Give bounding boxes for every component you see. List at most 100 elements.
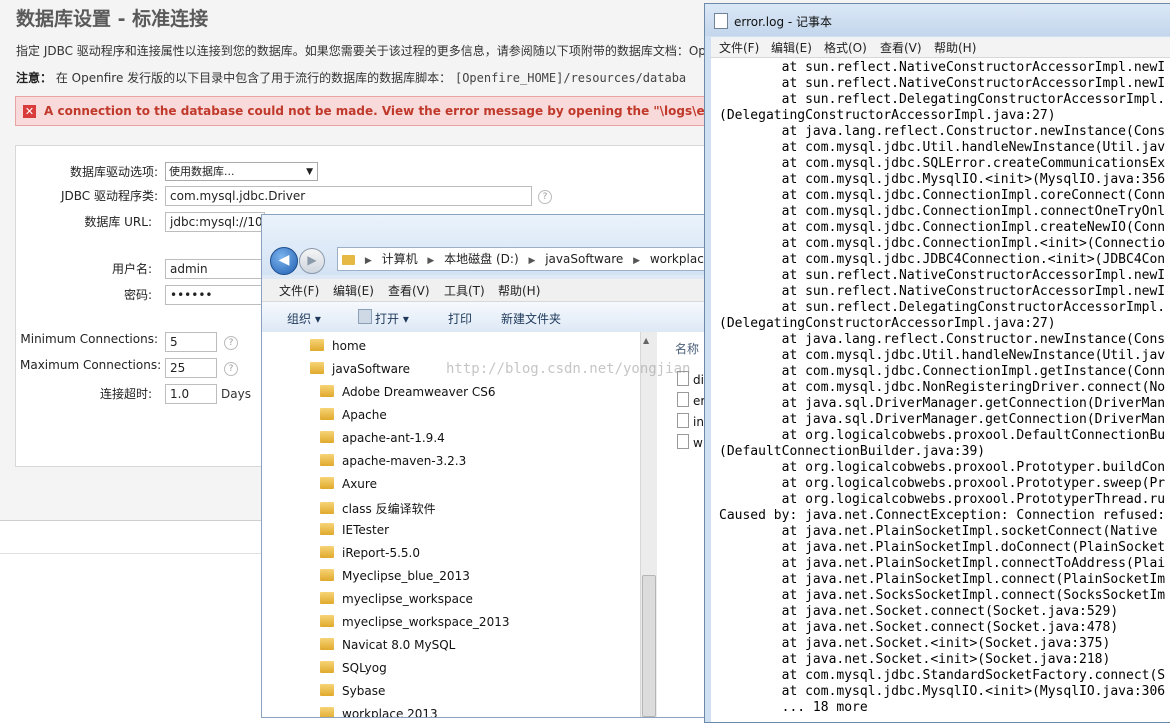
tree-item[interactable]: IETester: [320, 523, 389, 543]
tree-item[interactable]: Navicat 8.0 MySQL: [320, 638, 455, 658]
forward-button[interactable]: ▶: [299, 248, 325, 274]
menu-tools[interactable]: 工具(T): [444, 282, 485, 299]
log-line: Caused by: java.net.ConnectException: Co…: [719, 508, 1166, 523]
folder-icon: [320, 454, 334, 466]
back-button[interactable]: ◀: [270, 247, 298, 275]
help-icon[interactable]: ?: [224, 336, 238, 350]
file-item[interactable]: in: [677, 413, 704, 429]
tree-item[interactable]: apache-ant-1.9.4: [320, 431, 445, 451]
folder-icon: [320, 431, 334, 443]
tree-item[interactable]: myeclipse_workspace: [320, 592, 473, 612]
menu-help[interactable]: 帮助(H): [934, 39, 976, 56]
folder-icon: [320, 477, 334, 489]
tree-item[interactable]: iReport-5.5.0: [320, 546, 420, 566]
log-line: at java.lang.reflect.Constructor.newInst…: [719, 124, 1166, 139]
tree-item[interactable]: class 反编译软件: [320, 500, 436, 520]
menu-edit[interactable]: 编辑(E): [333, 282, 374, 299]
page-title: 数据库设置 - 标准连接: [16, 8, 209, 30]
help-icon[interactable]: ?: [538, 190, 552, 204]
tree-item[interactable]: javaSoftware: [310, 362, 410, 382]
menu-format[interactable]: 格式(O): [824, 39, 867, 56]
driver-preset-select[interactable]: 使用数据库... ▼: [165, 162, 318, 181]
log-line: at com.mysql.jdbc.SQLError.createCommuni…: [719, 156, 1166, 171]
log-line: at org.logicalcobwebs.proxool.Prototyper…: [719, 460, 1166, 475]
max-connections-input[interactable]: 25: [165, 358, 217, 378]
min-connections-input[interactable]: 5: [165, 332, 217, 352]
note-label: 注意：: [16, 71, 53, 85]
folder-icon: [320, 638, 334, 650]
tree-item[interactable]: Myeclipse_blue_2013: [320, 569, 470, 589]
scrollbar-thumb[interactable]: [642, 575, 656, 717]
driver-class-input[interactable]: com.mysql.jdbc.Driver: [165, 186, 532, 206]
notepad-menu-bar: 文件(F) 编辑(E) 格式(O) 查看(V) 帮助(H): [711, 37, 1170, 58]
file-icon: [677, 434, 689, 449]
tree-item-label: workplace 2013: [342, 707, 438, 718]
timeout-label: 连接超时:: [99, 387, 152, 401]
help-icon[interactable]: ?: [224, 362, 238, 376]
tree-item[interactable]: apache-maven-3.2.3: [320, 454, 466, 474]
tree-item[interactable]: Axure: [320, 477, 377, 497]
scroll-up-icon[interactable]: ▲: [643, 336, 649, 345]
menu-file[interactable]: 文件(F): [279, 282, 319, 299]
menu-help[interactable]: 帮助(H): [498, 282, 540, 299]
tree-item-label: apache-maven-3.2.3: [342, 454, 467, 468]
open-button[interactable]: 打开 ▾: [375, 310, 409, 327]
log-line: (DefaultConnectionBuilder.java:39): [719, 444, 986, 459]
tree-item[interactable]: home: [310, 339, 366, 359]
tree-item[interactable]: SQLyog: [320, 661, 387, 681]
tree-item[interactable]: Sybase: [320, 684, 385, 704]
log-line: at sun.reflect.NativeConstructorAccessor…: [719, 284, 1166, 299]
new-folder-button[interactable]: 新建文件夹: [501, 310, 561, 327]
window-title: error.log - 记事本: [734, 15, 833, 29]
breadcrumb-item[interactable]: workplace_: [650, 252, 709, 266]
log-line: at java.net.SocksSocketImpl.connect(Sock…: [719, 588, 1166, 603]
open-icon: [358, 309, 372, 324]
password-input[interactable]: ••••••: [165, 285, 265, 305]
breadcrumb-item[interactable]: javaSoftware: [545, 252, 623, 266]
folder-icon: [310, 362, 324, 374]
organize-button[interactable]: 组织 ▾: [287, 310, 321, 327]
tree-item-label: Axure: [342, 477, 377, 491]
tree-item[interactable]: workplace 2013: [320, 707, 438, 718]
column-header-name[interactable]: 名称: [675, 340, 699, 357]
breadcrumb-item[interactable]: 计算机: [382, 252, 418, 266]
log-line: at java.net.PlainSocketImpl.connect(Plai…: [719, 572, 1166, 587]
print-button[interactable]: 打印: [448, 310, 472, 327]
menu-edit[interactable]: 编辑(E): [771, 39, 812, 56]
username-input[interactable]: admin: [165, 259, 265, 279]
folder-icon: [320, 523, 334, 535]
breadcrumb-item[interactable]: 本地磁盘 (D:): [444, 252, 518, 266]
log-line: at org.logicalcobwebs.proxool.Prototyper…: [719, 492, 1166, 507]
log-line: at sun.reflect.DelegatingConstructorAcce…: [719, 300, 1166, 315]
note-text: 注意： 在 Openfire 发行版的以下目录中包含了用于流行的数据库的数据库脚…: [16, 69, 686, 86]
folder-icon: [320, 569, 334, 581]
log-line: (DelegatingConstructorAccessorImpl.java:…: [719, 108, 1056, 123]
menu-file[interactable]: 文件(F): [719, 39, 759, 56]
address-bar[interactable]: ▶ 计算机 ▶ 本地磁盘 (D:) ▶ javaSoftware ▶ workp…: [337, 247, 709, 271]
log-line: at java.sql.DriverManager.getConnection(…: [719, 412, 1166, 427]
log-line: at org.logicalcobwebs.proxool.Prototyper…: [719, 476, 1166, 491]
tree-item[interactable]: Adobe Dreamweaver CS6: [320, 385, 496, 405]
tree-item[interactable]: myeclipse_workspace_2013: [320, 615, 509, 635]
tree-item-label: IETester: [342, 523, 390, 537]
driver-preset-label: 数据库驱动选项:: [69, 165, 158, 179]
tree-item[interactable]: Apache: [320, 408, 387, 428]
file-item[interactable]: er: [677, 392, 705, 408]
folder-icon: [320, 502, 334, 514]
db-url-input[interactable]: jdbc:mysql://10: [165, 212, 265, 232]
log-line: at com.mysql.jdbc.MysqlIO.<init>(MysqlIO…: [719, 172, 1166, 187]
tree-item-label: Navicat 8.0 MySQL: [342, 638, 456, 652]
menu-view[interactable]: 查看(V): [880, 39, 922, 56]
chevron-right-icon: ▶: [364, 256, 372, 266]
log-line: at sun.reflect.DelegatingConstructorAcce…: [719, 92, 1166, 107]
log-line: at com.mysql.jdbc.ConnectionImpl.<init>(…: [719, 236, 1166, 251]
log-text-area[interactable]: at sun.reflect.NativeConstructorAccessor…: [711, 58, 1170, 722]
file-label: di: [693, 373, 704, 387]
log-line: at com.mysql.jdbc.ConnectionImpl.coreCon…: [719, 188, 1166, 203]
timeout-input[interactable]: 1.0: [165, 384, 217, 404]
file-item[interactable]: w: [677, 434, 703, 450]
explorer-window: ◀ ▶ ▶ 计算机 ▶ 本地磁盘 (D:) ▶ javaSoftware ▶ w…: [261, 214, 710, 718]
folder-icon: [320, 408, 334, 420]
tree-item-label: class 反编译软件: [342, 502, 436, 516]
menu-view[interactable]: 查看(V): [388, 282, 430, 299]
